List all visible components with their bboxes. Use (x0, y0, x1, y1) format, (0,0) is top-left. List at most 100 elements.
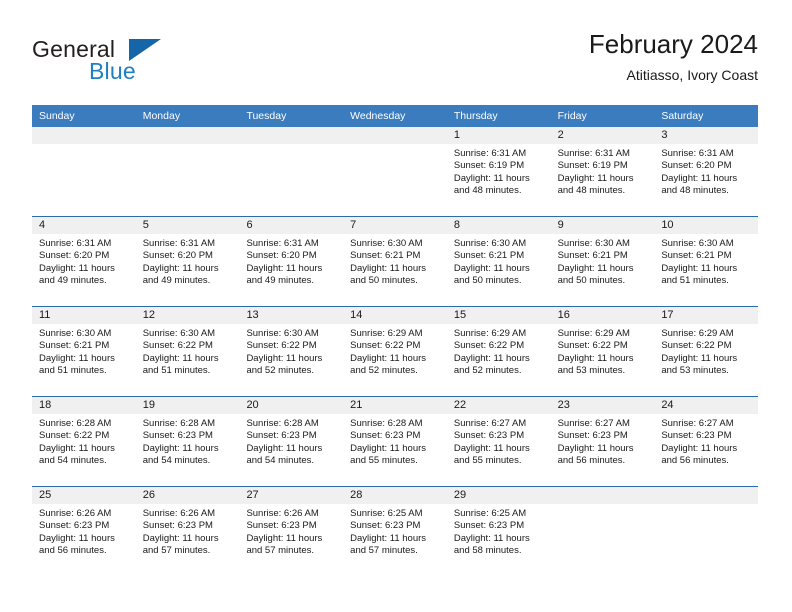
day-sun-info: Sunrise: 6:27 AM Sunset: 6:23 PM Daylight:… (654, 414, 758, 468)
sunset-text: Sunset: 6:22 PM (661, 340, 732, 352)
daylight-text-line1: Daylight: 11 hours (142, 532, 219, 544)
sunset-text: Sunset: 6:23 PM (246, 430, 317, 442)
day-sun-info: Sunrise: 6:27 AM Sunset: 6:23 PM Daylight:… (551, 414, 655, 468)
day-sun-info: Sunrise: 6:31 AM Sunset: 6:19 PM Daylight:… (551, 144, 655, 198)
daylight-text-line2: and 57 minutes. (142, 545, 211, 557)
day-number: 2 (550, 127, 655, 144)
sunrise-text: Sunrise: 6:27 AM (453, 418, 527, 429)
daylight-text-line1: Daylight: 11 hours (350, 442, 427, 454)
calendar-day-cell[interactable]: 3 Sunrise: 6:31 AM Sunset: 6:20 PM Daylight… (654, 127, 759, 216)
calendar-day-cell[interactable]: 4 Sunrise: 6:31 AM Sunset: 6:20 PM Daylight… (32, 217, 136, 306)
day-sun-info: Sunrise: 6:25 AM Sunset: 6:23 PM Daylight:… (447, 504, 551, 558)
sunrise-text: Sunrise: 6:26 AM (246, 508, 319, 519)
calendar-week-row: 11 Sunrise: 6:30 AM Sunset: 6:21 PM Dayligh… (32, 306, 759, 396)
daylight-text-line2: and 53 minutes. (661, 365, 729, 377)
calendar-day-cell[interactable]: 13 Sunrise: 6:30 AM Sunset: 6:22 PM Dayligh… (239, 307, 344, 396)
calendar-week-row: 4 Sunrise: 6:31 AM Sunset: 6:20 PM Daylight… (32, 216, 759, 306)
calendar-day-cell[interactable]: 2 Sunrise: 6:31 AM Sunset: 6:19 PM Daylight… (550, 127, 655, 216)
day-number: 27 (239, 487, 344, 504)
sunrise-text: Sunrise: 6:28 AM (246, 418, 319, 429)
calendar-day-cell[interactable]: 14 Sunrise: 6:29 AM Sunset: 6:22 PM Dayligh… (343, 307, 447, 396)
calendar-body: 1 Sunrise: 6:31 AM Sunset: 6:19 PM Daylight… (32, 127, 759, 576)
daylight-text-line2: and 49 minutes. (246, 275, 315, 287)
daylight-text-line2: and 50 minutes. (350, 275, 418, 287)
sunset-text: Sunset: 6:20 PM (142, 250, 213, 262)
sunset-text: Sunset: 6:21 PM (453, 250, 525, 262)
sunrise-text: Sunrise: 6:30 AM (246, 328, 319, 339)
calendar-day-cell[interactable]: 20 Sunrise: 6:28 AM Sunset: 6:23 PM Dayligh… (239, 397, 344, 486)
day-number: 11 (32, 307, 136, 324)
day-sun-info: Sunrise: 6:30 AM Sunset: 6:21 PM Daylight:… (343, 234, 447, 288)
day-number: 8 (446, 217, 551, 234)
calendar-day-cell[interactable]: 8 Sunrise: 6:30 AM Sunset: 6:21 PM Daylight… (446, 217, 551, 306)
daylight-text-line2: and 56 minutes. (661, 455, 729, 467)
calendar-day-cell[interactable]: 12 Sunrise: 6:30 AM Sunset: 6:22 PM Dayligh… (135, 307, 240, 396)
calendar-day-cell[interactable]: 10 Sunrise: 6:30 AM Sunset: 6:21 PM Dayligh… (654, 217, 759, 306)
calendar-day-cell[interactable]: 16 Sunrise: 6:29 AM Sunset: 6:22 PM Dayligh… (550, 307, 655, 396)
day-number: 12 (135, 307, 240, 324)
calendar-day-cell[interactable]: 23 Sunrise: 6:27 AM Sunset: 6:23 PM Dayligh… (550, 397, 655, 486)
day-number: 22 (446, 397, 551, 414)
calendar-weekday-header-row: Sunday Monday Tuesday Wednesday Thursday Frid… (32, 105, 758, 127)
sunrise-text: Sunrise: 6:31 AM (661, 148, 734, 159)
calendar-day-cell[interactable]: 7 Sunrise: 6:30 AM Sunset: 6:21 PM Daylight… (343, 217, 447, 306)
calendar-day-cell[interactable]: 5 Sunrise: 6:31 AM Sunset: 6:20 PM Daylight… (135, 217, 240, 306)
sunrise-text: Sunrise: 6:28 AM (39, 418, 112, 429)
brand-logo[interactable]: General Blue (32, 36, 242, 94)
day-sun-info: Sunrise: 6:30 AM Sunset: 6:21 PM Daylight:… (447, 234, 551, 288)
day-number: 26 (135, 487, 240, 504)
sunrise-text: Sunrise: 6:26 AM (142, 508, 216, 519)
calendar-day-cell[interactable]: 9 Sunrise: 6:30 AM Sunset: 6:21 PM Daylight… (550, 217, 655, 306)
day-number: 25 (32, 487, 136, 504)
weekday-header-wednesday: Wednesday (350, 110, 406, 122)
calendar-day-cell[interactable]: 29 Sunrise: 6:25 AM Sunset: 6:23 PM Dayligh… (446, 487, 551, 576)
daylight-text-line1: Daylight: 11 hours (453, 172, 530, 184)
calendar-day-cell[interactable]: 25 Sunrise: 6:26 AM Sunset: 6:23 PM Dayligh… (32, 487, 136, 576)
daylight-text-line1: Daylight: 11 hours (557, 352, 634, 364)
calendar-day-cell[interactable]: 6 Sunrise: 6:31 AM Sunset: 6:20 PM Daylight… (239, 217, 344, 306)
sunset-text: Sunset: 6:23 PM (557, 430, 628, 442)
calendar-day-cell-empty (239, 127, 344, 216)
daylight-text-line2: and 49 minutes. (142, 275, 211, 287)
daylight-text-line2: and 56 minutes. (39, 545, 107, 557)
calendar-day-cell[interactable]: 28 Sunrise: 6:25 AM Sunset: 6:23 PM Dayligh… (343, 487, 447, 576)
sunset-text: Sunset: 6:22 PM (453, 340, 525, 352)
sunset-text: Sunset: 6:20 PM (39, 250, 110, 262)
sunrise-text: Sunrise: 6:30 AM (39, 328, 112, 339)
calendar-day-cell[interactable]: 22 Sunrise: 6:27 AM Sunset: 6:23 PM Dayligh… (446, 397, 551, 486)
day-number: 3 (654, 127, 759, 144)
sunrise-text: Sunrise: 6:29 AM (661, 328, 734, 339)
calendar-day-cell-empty (654, 487, 759, 576)
sunrise-text: Sunrise: 6:28 AM (142, 418, 216, 429)
calendar-day-cell[interactable]: 18 Sunrise: 6:28 AM Sunset: 6:22 PM Dayligh… (32, 397, 136, 486)
day-number: 19 (135, 397, 240, 414)
title-block: February 2024 Atitiasso, Ivory Coast (589, 28, 758, 84)
daylight-text-line1: Daylight: 11 hours (142, 352, 219, 364)
sunset-text: Sunset: 6:23 PM (350, 430, 421, 442)
daylight-text-line2: and 50 minutes. (557, 275, 626, 287)
daylight-text-line1: Daylight: 11 hours (453, 532, 530, 544)
calendar-day-cell[interactable]: 27 Sunrise: 6:26 AM Sunset: 6:23 PM Dayligh… (239, 487, 344, 576)
sunrise-text: Sunrise: 6:31 AM (453, 148, 527, 159)
page-title: February 2024 (588, 29, 758, 59)
calendar-day-cell[interactable]: 15 Sunrise: 6:29 AM Sunset: 6:22 PM Dayligh… (446, 307, 551, 396)
calendar-day-cell-empty (135, 127, 240, 216)
daylight-text-line2: and 54 minutes. (39, 455, 107, 467)
calendar-page: General Blue February 2024 Atitiasso, Iv… (0, 0, 792, 612)
calendar-day-cell[interactable]: 19 Sunrise: 6:28 AM Sunset: 6:23 PM Dayligh… (135, 397, 240, 486)
calendar-day-cell[interactable]: 21 Sunrise: 6:28 AM Sunset: 6:23 PM Dayligh… (343, 397, 447, 486)
calendar-day-cell[interactable]: 1 Sunrise: 6:31 AM Sunset: 6:19 PM Daylight… (446, 127, 551, 216)
calendar-day-cell[interactable]: 11 Sunrise: 6:30 AM Sunset: 6:21 PM Dayligh… (32, 307, 136, 396)
day-number: 9 (550, 217, 655, 234)
calendar-day-cell[interactable]: 26 Sunrise: 6:26 AM Sunset: 6:23 PM Dayligh… (135, 487, 240, 576)
sunrise-text: Sunrise: 6:25 AM (453, 508, 527, 519)
day-sun-info: Sunrise: 6:27 AM Sunset: 6:23 PM Daylight:… (447, 414, 551, 468)
day-number: 15 (446, 307, 551, 324)
day-number: 13 (239, 307, 344, 324)
calendar-day-cell[interactable]: 24 Sunrise: 6:27 AM Sunset: 6:23 PM Dayligh… (654, 397, 759, 486)
calendar-day-cell[interactable]: 17 Sunrise: 6:29 AM Sunset: 6:22 PM Dayligh… (654, 307, 759, 396)
daylight-text-line1: Daylight: 11 hours (39, 532, 115, 544)
sunset-text: Sunset: 6:23 PM (142, 520, 213, 532)
sunset-text: Sunset: 6:23 PM (350, 520, 421, 532)
sunset-text: Sunset: 6:20 PM (246, 250, 317, 262)
